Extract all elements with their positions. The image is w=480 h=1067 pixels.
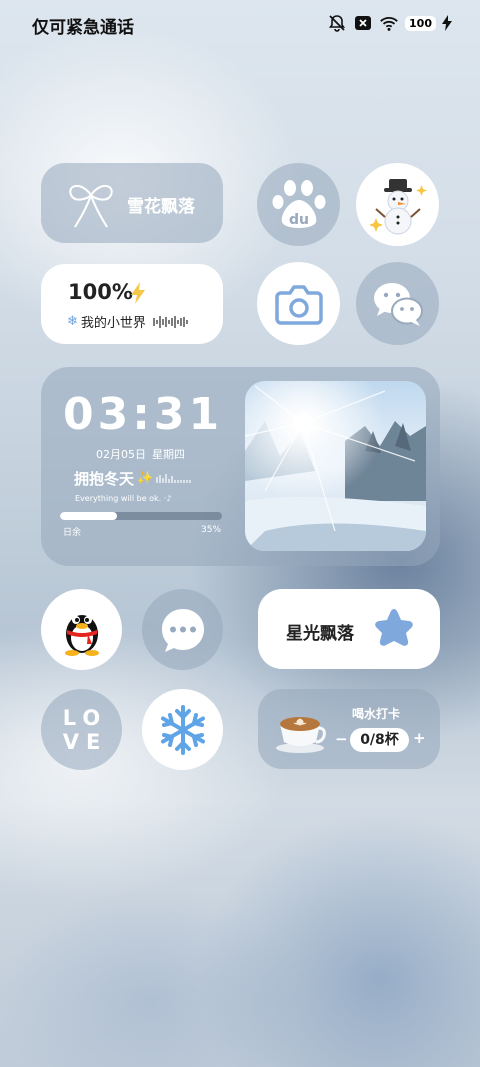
silent-bell-icon — [327, 14, 347, 32]
clock-headline: 拥抱冬天 — [74, 470, 135, 488]
water-widget-title: 喝水打卡 — [352, 707, 401, 721]
blue-star-icon — [375, 609, 413, 646]
emergency-calls-only-text: 仅可紧急通话 — [32, 18, 134, 38]
battery-icon: 100 — [405, 15, 436, 31]
battery-widget-caption-row: ❄ 我的小世界 — [67, 312, 189, 331]
remaining-label: 日余 — [63, 528, 82, 538]
camera-app-icon[interactable] — [257, 262, 340, 345]
messages-app-icon[interactable] — [142, 589, 223, 670]
status-icons: 100 — [327, 14, 452, 32]
baidu-paw-icon: du — [272, 179, 325, 228]
qq-penguin-icon — [64, 614, 99, 656]
snowflake-icon — [160, 704, 205, 755]
snowflake-icon: ❄ — [67, 314, 78, 329]
progress-percent: 35% — [201, 525, 222, 535]
clock-headline-row: 拥抱冬天 ✨ — [74, 468, 200, 489]
no-sim-icon — [353, 14, 373, 32]
clock-weekday: 星期四 — [152, 448, 185, 461]
snow-falling-widget[interactable]: 雪花飘落 — [41, 163, 223, 243]
love-text-bottom: VE — [62, 729, 108, 754]
svg-text:du: du — [289, 212, 309, 228]
decorative-music-icon: ·♪ — [163, 494, 172, 503]
increase-water-button[interactable]: + — [413, 729, 426, 747]
soundwave-icon — [156, 473, 191, 483]
snowflake-app-icon[interactable] — [142, 689, 223, 770]
message-bubble-icon — [161, 608, 204, 652]
clock-subtitle-row: Everything will be ok. ·♪ — [75, 494, 171, 503]
water-checkin-widget[interactable]: 喝水打卡 − 0/8杯 + — [258, 689, 440, 769]
wechat-app-icon[interactable] — [356, 262, 439, 345]
baidu-app-icon[interactable]: du — [257, 163, 340, 246]
snowman-icon — [368, 178, 427, 234]
clock-time: 03:31 — [63, 389, 224, 440]
clock-subtitle: Everything will be ok. — [75, 494, 162, 503]
love-text-top: LO — [62, 705, 108, 730]
snowman-app-icon[interactable] — [356, 163, 439, 246]
camera-icon — [274, 284, 323, 325]
battery-percent: 100% — [68, 280, 133, 304]
starlight-widget[interactable]: 星光飘落 — [258, 589, 440, 669]
battery-widget[interactable]: 100% ❄ 我的小世界 — [41, 264, 223, 344]
clock-widget[interactable]: 03:31 02月05日 星期四 拥抱冬天 ✨ Everything will … — [41, 367, 440, 566]
sparkle-icon: ✨ — [137, 471, 154, 486]
day-progress-bar — [60, 512, 222, 520]
clock-date: 02月05日 — [96, 448, 146, 461]
love-app-icon[interactable]: LO VE — [41, 689, 122, 770]
wechat-icon — [373, 282, 423, 326]
water-count: 0/8杯 — [350, 728, 409, 752]
star-widget-label: 星光飘落 — [286, 624, 354, 644]
wifi-icon — [379, 14, 399, 32]
qq-app-icon[interactable] — [41, 589, 122, 670]
winter-forest-photo — [245, 381, 426, 551]
decrease-water-button[interactable]: − — [335, 730, 348, 748]
snow-widget-label: 雪花飘落 — [127, 197, 195, 217]
battery-widget-caption: 我的小世界 — [80, 316, 146, 331]
charging-bolt-icon — [442, 14, 452, 32]
latte-cup-icon — [276, 717, 326, 753]
ribbon-bow-icon — [69, 185, 113, 228]
status-bar: 仅可紧急通话 100 — [0, 0, 480, 48]
bolt-icon — [131, 282, 145, 304]
day-progress-fill — [60, 512, 117, 520]
soundwave-icon — [153, 315, 188, 328]
